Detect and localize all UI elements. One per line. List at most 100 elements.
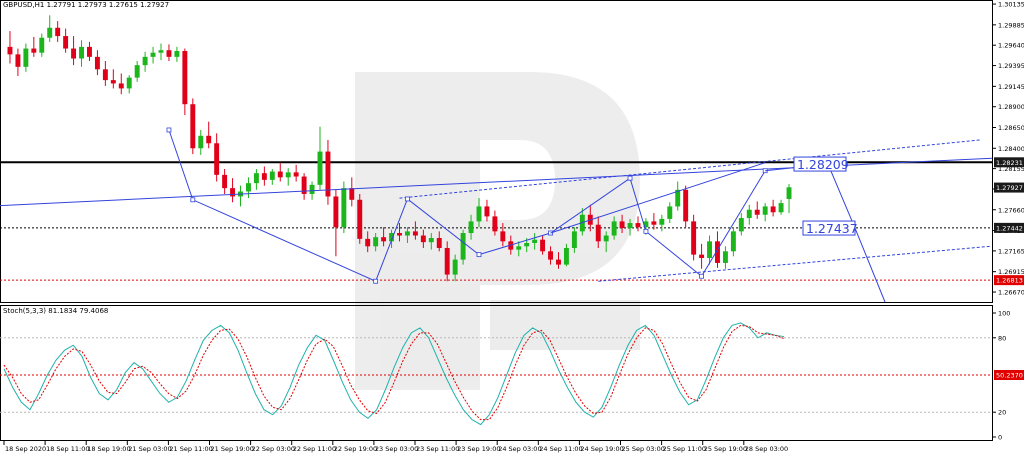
price-tick-label: 1.30135 bbox=[998, 1, 1024, 9]
price-label-text: 1.27442 bbox=[996, 224, 1023, 232]
candle-bull bbox=[126, 77, 132, 89]
candle-bear bbox=[595, 224, 601, 242]
candle-bear bbox=[651, 221, 657, 225]
time-tick-label: 22 Sep 03:00 bbox=[252, 445, 295, 453]
candle-bull bbox=[563, 247, 569, 265]
candle-bear bbox=[333, 196, 339, 228]
time-tick-label: 24 Sep 11:00 bbox=[539, 445, 582, 453]
price-label-text: 1.27927 bbox=[996, 184, 1023, 192]
time-tick-label: 23 Sep 11:00 bbox=[416, 445, 459, 453]
candle-bear bbox=[444, 247, 450, 275]
price-label-text: 1.28231 bbox=[996, 159, 1023, 167]
symbol-header: GBPUSD,H1 1.27791 1.27973 1.27615 1.2792… bbox=[3, 1, 170, 9]
chart-root: 1.28209 1.27437 1.30135 1.29885 1.29640 1.29… bbox=[0, 0, 1024, 455]
channel-upper bbox=[399, 139, 981, 199]
time-tick-label: 22 Sep 19:00 bbox=[334, 445, 377, 453]
channel-lower bbox=[598, 245, 991, 282]
candle-bear bbox=[365, 238, 371, 247]
time-tick-label: 18 Sep 11:00 bbox=[46, 445, 89, 453]
candle-bear bbox=[71, 48, 77, 59]
price-tick-label: 1.26670 bbox=[998, 289, 1024, 297]
wave-point bbox=[699, 273, 704, 279]
candle-bear bbox=[182, 51, 188, 105]
candle-bull bbox=[746, 209, 752, 219]
candle-bull bbox=[532, 239, 538, 243]
candle-bull bbox=[730, 231, 736, 252]
candle-bull bbox=[47, 27, 53, 38]
candle-bull bbox=[158, 50, 164, 53]
wave-point bbox=[190, 197, 196, 203]
candle-bull bbox=[667, 206, 673, 219]
time-tick-label: 24 Sep 03:00 bbox=[498, 445, 541, 453]
stoch-tick-label: 0 bbox=[998, 434, 1002, 442]
candle-bear bbox=[683, 189, 689, 222]
candle-bear bbox=[7, 46, 13, 55]
time-tick-label: 18 Sep 19:00 bbox=[87, 445, 130, 453]
time-tick-label: 21 Sep 11:00 bbox=[169, 445, 212, 453]
candle-bull bbox=[460, 233, 466, 260]
candle-bull bbox=[476, 206, 482, 222]
candle-bull bbox=[79, 46, 84, 59]
candle-bear bbox=[87, 46, 92, 57]
candle-bear bbox=[691, 221, 697, 255]
candle-bear bbox=[94, 56, 100, 70]
candle-bear bbox=[230, 188, 236, 197]
candle-bear bbox=[214, 143, 220, 175]
candle-bear bbox=[31, 48, 37, 53]
candle-bear bbox=[166, 50, 172, 57]
candle-bull bbox=[174, 51, 180, 57]
candle-bear bbox=[619, 221, 625, 229]
price-tick-label: 1.28650 bbox=[998, 124, 1024, 132]
candle-bear bbox=[381, 237, 387, 242]
candle-bull bbox=[142, 56, 148, 66]
time-tick-label: 22 Sep 11:00 bbox=[293, 445, 336, 453]
price-tick-label: 1.29145 bbox=[998, 83, 1024, 91]
stoch-tick-label: 80 bbox=[998, 334, 1006, 342]
time-tick-label: 21 Sep 03:00 bbox=[128, 445, 171, 453]
price-tick-label: 1.26915 bbox=[998, 268, 1024, 276]
price-tick-label: 1.28900 bbox=[998, 103, 1024, 111]
candle-bull bbox=[317, 151, 323, 185]
price-tick-label: 1.27165 bbox=[998, 247, 1024, 255]
candle-bear bbox=[397, 233, 402, 236]
candle-bear bbox=[349, 188, 355, 200]
candle-bear bbox=[492, 216, 498, 232]
time-tick-label: 23 Sep 03:00 bbox=[375, 445, 418, 453]
stoch-level-text: 50.2370 bbox=[996, 372, 1023, 380]
candle-bull bbox=[404, 231, 410, 236]
stoch-tick-label: 100 bbox=[998, 310, 1010, 318]
candle-bear bbox=[357, 199, 363, 239]
target-label: 1.27437 bbox=[806, 221, 858, 236]
time-tick-label: 25 Sep 11:00 bbox=[663, 445, 706, 453]
candle-bull bbox=[23, 48, 29, 67]
candle-bull bbox=[39, 37, 45, 53]
candle-bull bbox=[611, 221, 617, 236]
wave-point bbox=[166, 127, 172, 133]
candle-bear bbox=[190, 104, 196, 149]
candle-bull bbox=[134, 65, 140, 78]
candle-bear bbox=[277, 171, 283, 178]
candle-bear bbox=[548, 251, 554, 260]
candle-bull bbox=[150, 52, 156, 57]
time-tick-label: 25 Sep 19:00 bbox=[704, 445, 747, 453]
stoch-tick-label: 20 bbox=[998, 409, 1006, 417]
candle-bull bbox=[603, 235, 609, 242]
candle-bull bbox=[285, 172, 291, 178]
candle-bull bbox=[722, 251, 728, 263]
candle-bull bbox=[452, 259, 458, 275]
time-tick-label: 18 Sep 2020 bbox=[5, 445, 46, 453]
candle-bull bbox=[428, 238, 434, 243]
candle-bear bbox=[540, 239, 546, 252]
candle-bear bbox=[55, 27, 61, 37]
candle-bull bbox=[245, 183, 251, 192]
candle-bull bbox=[198, 135, 204, 149]
candle-bear bbox=[770, 206, 776, 213]
candle-bear bbox=[635, 223, 641, 228]
price-label-text: 1.26813 bbox=[996, 277, 1023, 285]
candle-bear bbox=[110, 80, 116, 84]
price-tick-label: 1.27660 bbox=[998, 206, 1024, 214]
candle-bear bbox=[754, 209, 760, 215]
candle-bull bbox=[309, 184, 315, 194]
candle-bull bbox=[373, 237, 379, 247]
candle-bull bbox=[778, 203, 784, 213]
